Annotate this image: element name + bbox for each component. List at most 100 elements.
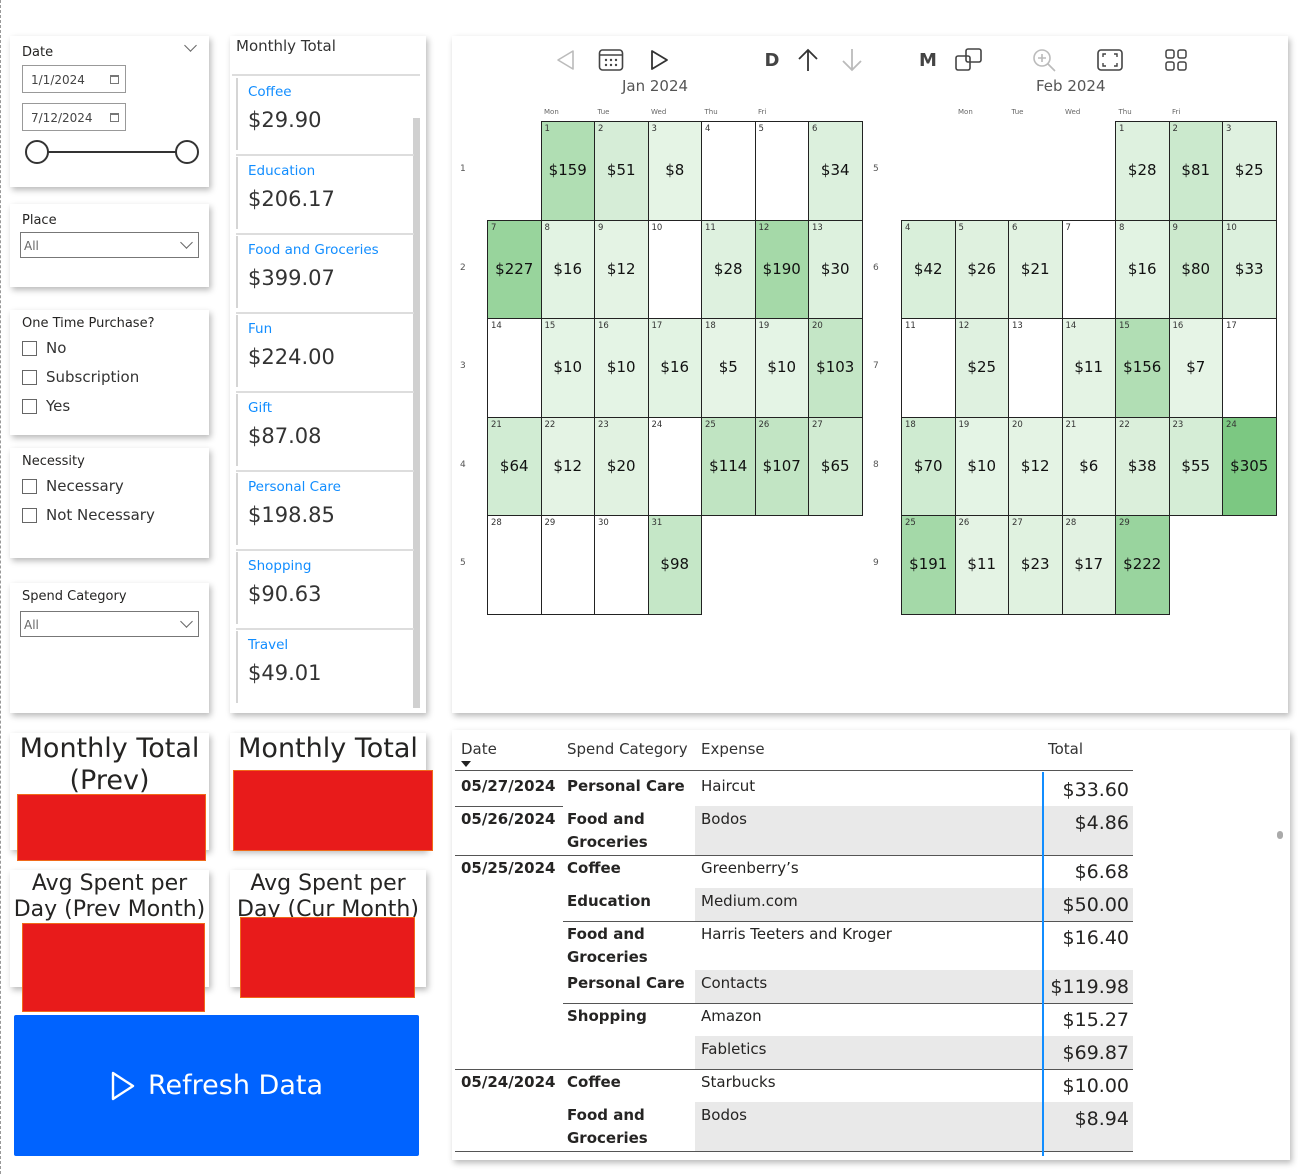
header-date[interactable]: Date: [461, 740, 497, 758]
calendar-day-cell[interactable]: 27 $65: [808, 416, 863, 516]
end-date-input[interactable]: 7/12/2024: [22, 103, 126, 131]
calendar-day-cell[interactable]: 3 $25: [1222, 121, 1277, 221]
calendar-day-cell[interactable]: 16 $10: [594, 318, 649, 418]
calendar-day-cell[interactable]: 23 $20: [594, 416, 649, 516]
calendar-day-cell[interactable]: 8 $16: [540, 219, 595, 319]
spend-category-dropdown[interactable]: All: [20, 611, 199, 637]
calendar-day-cell[interactable]: 13: [1008, 318, 1063, 418]
header-total[interactable]: Total: [1048, 740, 1083, 758]
calendar-day-cell[interactable]: 10 $33: [1222, 219, 1277, 319]
calendar-day-cell[interactable]: 27 $23: [1008, 515, 1063, 615]
calendar-day-cell[interactable]: 22 $12: [540, 416, 595, 516]
calendar-day-cell[interactable]: 15 $156: [1115, 318, 1170, 418]
more-options-button[interactable]: [1161, 46, 1191, 74]
checkbox-box[interactable]: [22, 398, 37, 414]
checkbox-box[interactable]: [22, 507, 37, 523]
checkbox-subscription[interactable]: Subscription: [22, 368, 139, 386]
calendar-day-cell[interactable]: 12 $25: [954, 318, 1009, 418]
calendar-day-cell[interactable]: 19 $10: [954, 416, 1009, 516]
next-month-button[interactable]: [644, 47, 674, 73]
checkbox-box[interactable]: [22, 340, 37, 356]
calendar-day-cell[interactable]: 6 $34: [808, 121, 863, 221]
calendar-day-cell[interactable]: 17 $16: [647, 318, 702, 418]
calendar-day-cell[interactable]: 29 $222: [1115, 515, 1170, 615]
calendar-day-cell[interactable]: 5 $26: [954, 219, 1009, 319]
day-number: 6: [812, 124, 818, 134]
calendar-day-cell[interactable]: 13 $30: [808, 219, 863, 319]
header-spend-category[interactable]: Spend Category: [567, 740, 688, 758]
copy-visual-button[interactable]: [953, 46, 985, 74]
calendar-day-cell[interactable]: 24 $305: [1222, 416, 1277, 516]
drill-up-button[interactable]: [794, 46, 822, 74]
sort-descending-icon[interactable]: [461, 761, 471, 767]
calendar-day-cell[interactable]: 9 $12: [594, 219, 649, 319]
calendar-day-cell[interactable]: 14: [487, 318, 542, 418]
calendar-day-cell[interactable]: 4: [701, 121, 756, 221]
calendar-day-cell[interactable]: 2 $51: [594, 121, 649, 221]
calendar-day-cell[interactable]: 18 $70: [901, 416, 956, 516]
calendar-icon[interactable]: [110, 113, 119, 122]
header-expense[interactable]: Expense: [701, 740, 765, 758]
checkbox-not-necessary[interactable]: Not Necessary: [22, 506, 155, 524]
refresh-data-button[interactable]: Refresh Data: [14, 1015, 419, 1156]
calendar-day-cell[interactable]: 20 $103: [808, 318, 863, 418]
checkbox-necessary[interactable]: Necessary: [22, 477, 124, 495]
drill-down-button[interactable]: [838, 46, 866, 74]
calendar-day-cell[interactable]: 21 $6: [1061, 416, 1116, 516]
calendar-day-cell[interactable]: 8 $16: [1115, 219, 1170, 319]
calendar-day-cell[interactable]: 17: [1222, 318, 1277, 418]
calendar-day-cell[interactable]: 14 $11: [1061, 318, 1116, 418]
calendar-day-cell[interactable]: 28 $17: [1061, 515, 1116, 615]
checkbox-box[interactable]: [22, 478, 37, 494]
calendar-day-cell[interactable]: 7: [1061, 219, 1116, 319]
calendar-day-cell[interactable]: 26 $107: [754, 416, 809, 516]
start-date-input[interactable]: 1/1/2024: [22, 65, 126, 93]
calendar-day-cell[interactable]: 1 $28: [1115, 121, 1170, 221]
calendar-view-button[interactable]: [596, 46, 626, 74]
calendar-day-cell[interactable]: 4 $42: [901, 219, 956, 319]
day-drill-button[interactable]: D: [758, 48, 786, 72]
checkbox-no[interactable]: No: [22, 339, 66, 357]
zoom-button[interactable]: [1030, 46, 1058, 74]
calendar-day-cell[interactable]: 23 $55: [1168, 416, 1223, 516]
calendar-day-cell[interactable]: 2 $81: [1168, 121, 1223, 221]
place-dropdown[interactable]: All: [20, 232, 199, 258]
calendar-day-cell[interactable]: 10: [647, 219, 702, 319]
calendar-day-cell[interactable]: 11: [901, 318, 956, 418]
calendar-day-cell[interactable]: 7 $227: [487, 219, 542, 319]
calendar-day-cell[interactable]: 25 $114: [701, 416, 756, 516]
day-amount: $20: [606, 456, 636, 475]
calendar-day-cell[interactable]: 1 $159: [540, 121, 595, 221]
calendar-day-cell[interactable]: 28: [487, 515, 542, 615]
date-range-end-handle[interactable]: [175, 140, 199, 164]
previous-month-button[interactable]: [551, 47, 581, 73]
month-drill-button[interactable]: M: [914, 48, 942, 72]
calendar-day-cell[interactable]: 25 $191: [901, 515, 956, 615]
calendar-day-cell[interactable]: 29: [540, 515, 595, 615]
calendar-day-cell[interactable]: 11 $28: [701, 219, 756, 319]
calendar-day-cell[interactable]: 19 $10: [754, 318, 809, 418]
calendar-day-cell[interactable]: 15 $10: [540, 318, 595, 418]
focus-mode-button[interactable]: [1095, 46, 1125, 74]
calendar-day-cell[interactable]: 26 $11: [954, 515, 1009, 615]
table-scroll-indicator[interactable]: [1277, 831, 1283, 839]
calendar-day-cell[interactable]: 31 $98: [647, 515, 702, 615]
calendar-day-cell[interactable]: 20 $12: [1008, 416, 1063, 516]
calendar-day-cell[interactable]: 18 $5: [701, 318, 756, 418]
calendar-day-cell[interactable]: 6 $21: [1008, 219, 1063, 319]
checkbox-yes[interactable]: Yes: [22, 397, 70, 415]
calendar-day-cell[interactable]: 24: [647, 416, 702, 516]
checkbox-box[interactable]: [22, 369, 37, 385]
calendar-day-cell[interactable]: 3 $8: [647, 121, 702, 221]
calendar-day-cell[interactable]: 9 $80: [1168, 219, 1223, 319]
chevron-down-icon[interactable]: [184, 39, 197, 52]
calendar-icon[interactable]: [110, 75, 119, 84]
calendar-day-cell[interactable]: 12 $190: [754, 219, 809, 319]
calendar-day-cell[interactable]: 5: [754, 121, 809, 221]
date-range-start-handle[interactable]: [25, 140, 49, 164]
calendar-day-cell[interactable]: 30: [594, 515, 649, 615]
calendar-day-cell[interactable]: 22 $38: [1115, 416, 1170, 516]
calendar-day-cell[interactable]: 16 $7: [1168, 318, 1223, 418]
calendar-day-cell[interactable]: 21 $64: [487, 416, 542, 516]
play-icon: [111, 1071, 135, 1100]
